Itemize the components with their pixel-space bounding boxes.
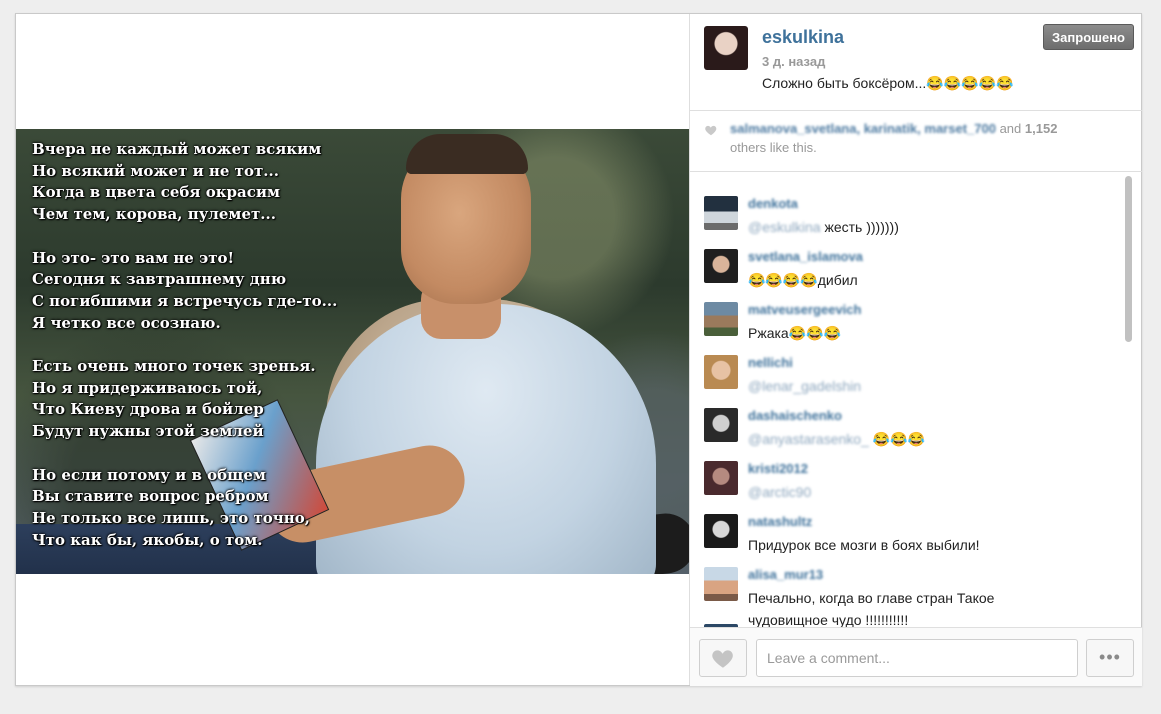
comment-mention[interactable]: @lenar_gadelshin	[748, 378, 861, 394]
heart-icon	[705, 125, 717, 136]
likes-section: salmanova_svetlana, karinatik, marset_70…	[690, 111, 1142, 172]
commenter-avatar[interactable]	[704, 302, 738, 336]
poem-line: Но если потому и в общем	[32, 465, 266, 484]
poem-line: Но всякий может и не тот...	[32, 161, 279, 180]
post-photo[interactable]: Вчера не каждый может всяким Но всякий м…	[16, 129, 689, 574]
commenter-username[interactable]: alisa_mur13	[748, 567, 823, 582]
poem-line: Когда в цвета себя окрасим	[32, 183, 281, 202]
comment-text: Ржака😂😂😂	[748, 325, 842, 341]
likes-summary: salmanova_svetlana, karinatik, marset_70…	[730, 121, 1057, 136]
poem-line: Вы ставите вопрос ребром	[32, 487, 269, 506]
comment-mention[interactable]: @anyastarasenko_	[748, 431, 869, 447]
photo-overlay-text: Вчера не каждый может всяким Но всякий м…	[32, 139, 352, 573]
poem-stanza: Но это- это вам не это! Сегодня к завтра…	[32, 248, 352, 335]
likes-count[interactable]: 1,152	[1025, 121, 1058, 136]
poem-line: Но я придерживаюсь той,	[32, 378, 263, 397]
post-header: eskulkina 3 д. назад Сложно быть боксёро…	[690, 14, 1142, 111]
poem-line: Чем тем, корова, пулемет...	[32, 205, 276, 224]
scrollbar-thumb[interactable]	[1125, 176, 1132, 342]
comment-text: @arctic90	[748, 481, 1078, 503]
comment-mention[interactable]: @arctic90	[748, 484, 811, 500]
commenter-avatar[interactable]	[704, 249, 738, 283]
poem-line: Будут нужны этой землей	[32, 422, 264, 441]
commenter-username[interactable]: dashaischenko	[748, 408, 842, 423]
poem-stanza: Есть очень много точек зренья. Но я прид…	[32, 356, 352, 443]
comment-text: 😂😂😂😂дибил	[748, 272, 858, 288]
poem-line: Не только все лишь, это точно,	[32, 508, 310, 527]
photo-pane: Вчера не каждый может всяким Но всякий м…	[16, 14, 689, 685]
post-sidebar: eskulkina 3 д. назад Сложно быть боксёро…	[689, 14, 1142, 686]
poem-line: Что как бы, якобы, о том.	[32, 530, 263, 549]
commenter-avatar[interactable]	[704, 461, 738, 495]
poem-stanza: Вчера не каждый может всяким Но всякий м…	[32, 139, 352, 226]
commenter-avatar[interactable]	[704, 567, 738, 601]
poem-stanza: Но если потому и в общем Вы ставите вопр…	[32, 465, 352, 552]
poem-line: С погибшими я встречусь где-то...	[32, 291, 338, 310]
follow-requested-button[interactable]: Запрошено	[1043, 24, 1134, 50]
comments-list: denkota @eskulkina жесть ))))))) svetlan…	[690, 172, 1142, 627]
poem-line: Есть очень много точек зренья.	[32, 357, 316, 375]
commenter-avatar[interactable]	[704, 514, 738, 548]
post-modal: Вчера не каждый может всяким Но всякий м…	[15, 13, 1142, 686]
poem-line: Я четко все осознаю.	[32, 313, 221, 332]
commenter-avatar[interactable]	[704, 408, 738, 442]
commenter-username[interactable]: denkota	[748, 196, 798, 211]
likes-others: others like this.	[730, 140, 817, 155]
comment-text: @eskulkina жесть )))))))	[748, 219, 899, 235]
comment-input[interactable]	[756, 639, 1078, 677]
heart-icon	[712, 650, 733, 668]
poem-line: Сегодня к завтрашнему дню	[32, 270, 287, 289]
like-button[interactable]	[699, 639, 747, 677]
commenter-username[interactable]: natashultz	[748, 514, 812, 529]
more-options-button[interactable]: •••	[1086, 639, 1134, 677]
comment-text: @lenar_gadelshin	[748, 375, 1078, 397]
commenter-username[interactable]: matveusergeevich	[748, 302, 861, 317]
comment-text: @anyastarasenko_ 😂😂😂	[748, 431, 926, 447]
comment-text: Печально, когда во главе стран Такое чуд…	[748, 590, 995, 627]
commenter-username[interactable]: nellichi	[748, 355, 793, 370]
poem-line: Вчера не каждый может всяким	[32, 140, 322, 158]
post-caption: Сложно быть боксёром...😂😂😂😂😂	[762, 75, 1014, 91]
more-options-icon: •••	[1099, 647, 1121, 667]
post-timestamp[interactable]: 3 д. назад	[762, 54, 825, 69]
comment-text: Придурок все мозги в боях выбили!	[748, 537, 980, 553]
likes-and: and	[999, 121, 1022, 136]
author-username[interactable]: eskulkina	[762, 27, 844, 48]
commenter-avatar[interactable]	[704, 196, 738, 230]
likers-list[interactable]: salmanova_svetlana, karinatik, marset_70…	[730, 121, 996, 136]
commenter-username[interactable]: kristi2012	[748, 461, 808, 476]
poem-line: Что Киеву дрова и бойлер	[32, 400, 264, 419]
comment-mention[interactable]: @eskulkina	[748, 219, 821, 235]
author-avatar[interactable]	[704, 26, 748, 70]
poem-line: Но это- это вам не это!	[32, 248, 235, 267]
comment-footer: •••	[690, 627, 1142, 686]
commenter-avatar[interactable]	[704, 355, 738, 389]
commenter-username[interactable]: svetlana_islamova	[748, 249, 863, 264]
